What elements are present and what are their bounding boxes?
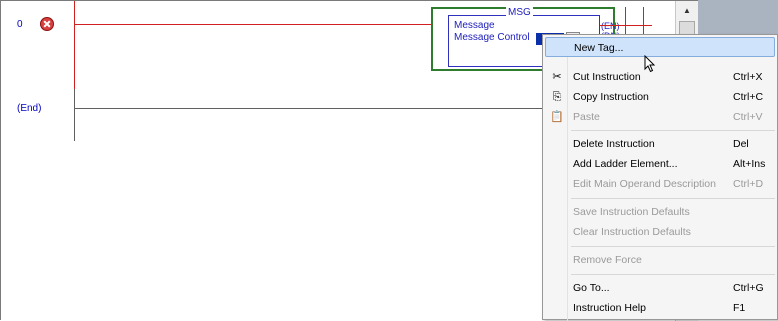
menu-item-label: Edit Main Operand Description — [573, 178, 716, 190]
menu-item-instruction-help[interactable]: Instruction Help F1 — [545, 298, 775, 318]
menu-separator — [571, 198, 775, 199]
menu-item-shortcut: Alt+Ins — [733, 158, 766, 170]
end-rung-wire — [75, 108, 545, 109]
menu-item-shortcut: Ctrl+C — [733, 91, 764, 103]
instruction-row1-label: Message — [454, 20, 495, 31]
menu-item-delete-instruction[interactable]: Delete Instruction Del — [545, 134, 775, 154]
menu-item-paste[interactable]: 📋 Paste Ctrl+V — [545, 107, 775, 127]
menu-item-save-instruction-defaults[interactable]: Save Instruction Defaults — [545, 202, 775, 222]
menu-item-cut-instruction[interactable]: ✂ Cut Instruction Ctrl+X — [545, 67, 775, 87]
rung-number-end[interactable]: (End) — [17, 103, 41, 114]
menu-item-copy-instruction[interactable]: ⎘ Copy Instruction Ctrl+C — [545, 87, 775, 107]
error-x-icon — [40, 17, 54, 31]
menu-separator — [571, 130, 775, 131]
menu-item-label: Remove Force — [573, 254, 642, 266]
menu-item-label: New Tag... — [574, 42, 624, 54]
scissors-icon: ✂ — [552, 71, 562, 83]
menu-item-edit-main-operand-description[interactable]: Edit Main Operand Description Ctrl+D — [545, 174, 775, 194]
menu-item-label: Add Ladder Element... — [573, 158, 678, 170]
rung-number-0[interactable]: 0 — [17, 19, 23, 30]
en-output-wire — [600, 25, 625, 26]
menu-item-shortcut: Ctrl+X — [733, 71, 763, 83]
instruction-row2-label: Message Control — [454, 32, 530, 43]
left-power-rail — [74, 1, 75, 89]
instruction-name: MSG — [506, 7, 533, 18]
paste-icon: 📋 — [550, 111, 564, 123]
scroll-thumb[interactable] — [679, 21, 695, 35]
menu-item-go-to[interactable]: Go To... Ctrl+G — [545, 278, 775, 298]
menu-item-label: Delete Instruction — [573, 138, 655, 150]
menu-item-label: Save Instruction Defaults — [573, 206, 690, 218]
menu-item-new-tag[interactable]: New Tag... — [545, 37, 775, 57]
menu-item-add-ladder-element[interactable]: Add Ladder Element... Alt+Ins — [545, 154, 775, 174]
menu-item-shortcut: F1 — [733, 302, 746, 314]
right-rail-connector — [626, 25, 643, 26]
en-output-label: (EN) — [601, 21, 620, 31]
menu-item-shortcut: Del — [733, 138, 749, 150]
menu-item-shortcut: Ctrl+V — [733, 111, 763, 123]
menu-item-label: Cut Instruction — [573, 71, 641, 83]
menu-item-clear-instruction-defaults[interactable]: Clear Instruction Defaults — [545, 222, 775, 242]
rung-0-wire — [75, 24, 431, 25]
context-menu: New Tag... ✂ Cut Instruction Ctrl+X ⎘ Co… — [542, 34, 778, 321]
menu-item-label: Instruction Help — [573, 302, 646, 314]
menu-item-shortcut: Ctrl+D — [733, 178, 764, 190]
right-rail-stub — [644, 25, 652, 26]
menu-item-label: Paste — [573, 111, 600, 123]
menu-item-label: Copy Instruction — [573, 91, 649, 103]
mouse-pointer-icon — [644, 55, 656, 73]
menu-item-remove-force[interactable]: Remove Force — [545, 250, 775, 270]
menu-separator — [571, 246, 775, 247]
cut-label-text: Cut Instruction — [573, 71, 641, 83]
menu-item-label: Clear Instruction Defaults — [573, 226, 691, 238]
menu-separator — [571, 274, 775, 275]
menu-item-shortcut: Ctrl+G — [733, 282, 764, 294]
scroll-up-arrow-icon[interactable]: ▲ — [678, 3, 696, 19]
menu-item-label: Go To... — [573, 282, 610, 294]
copy-icon: ⎘ — [552, 91, 562, 103]
